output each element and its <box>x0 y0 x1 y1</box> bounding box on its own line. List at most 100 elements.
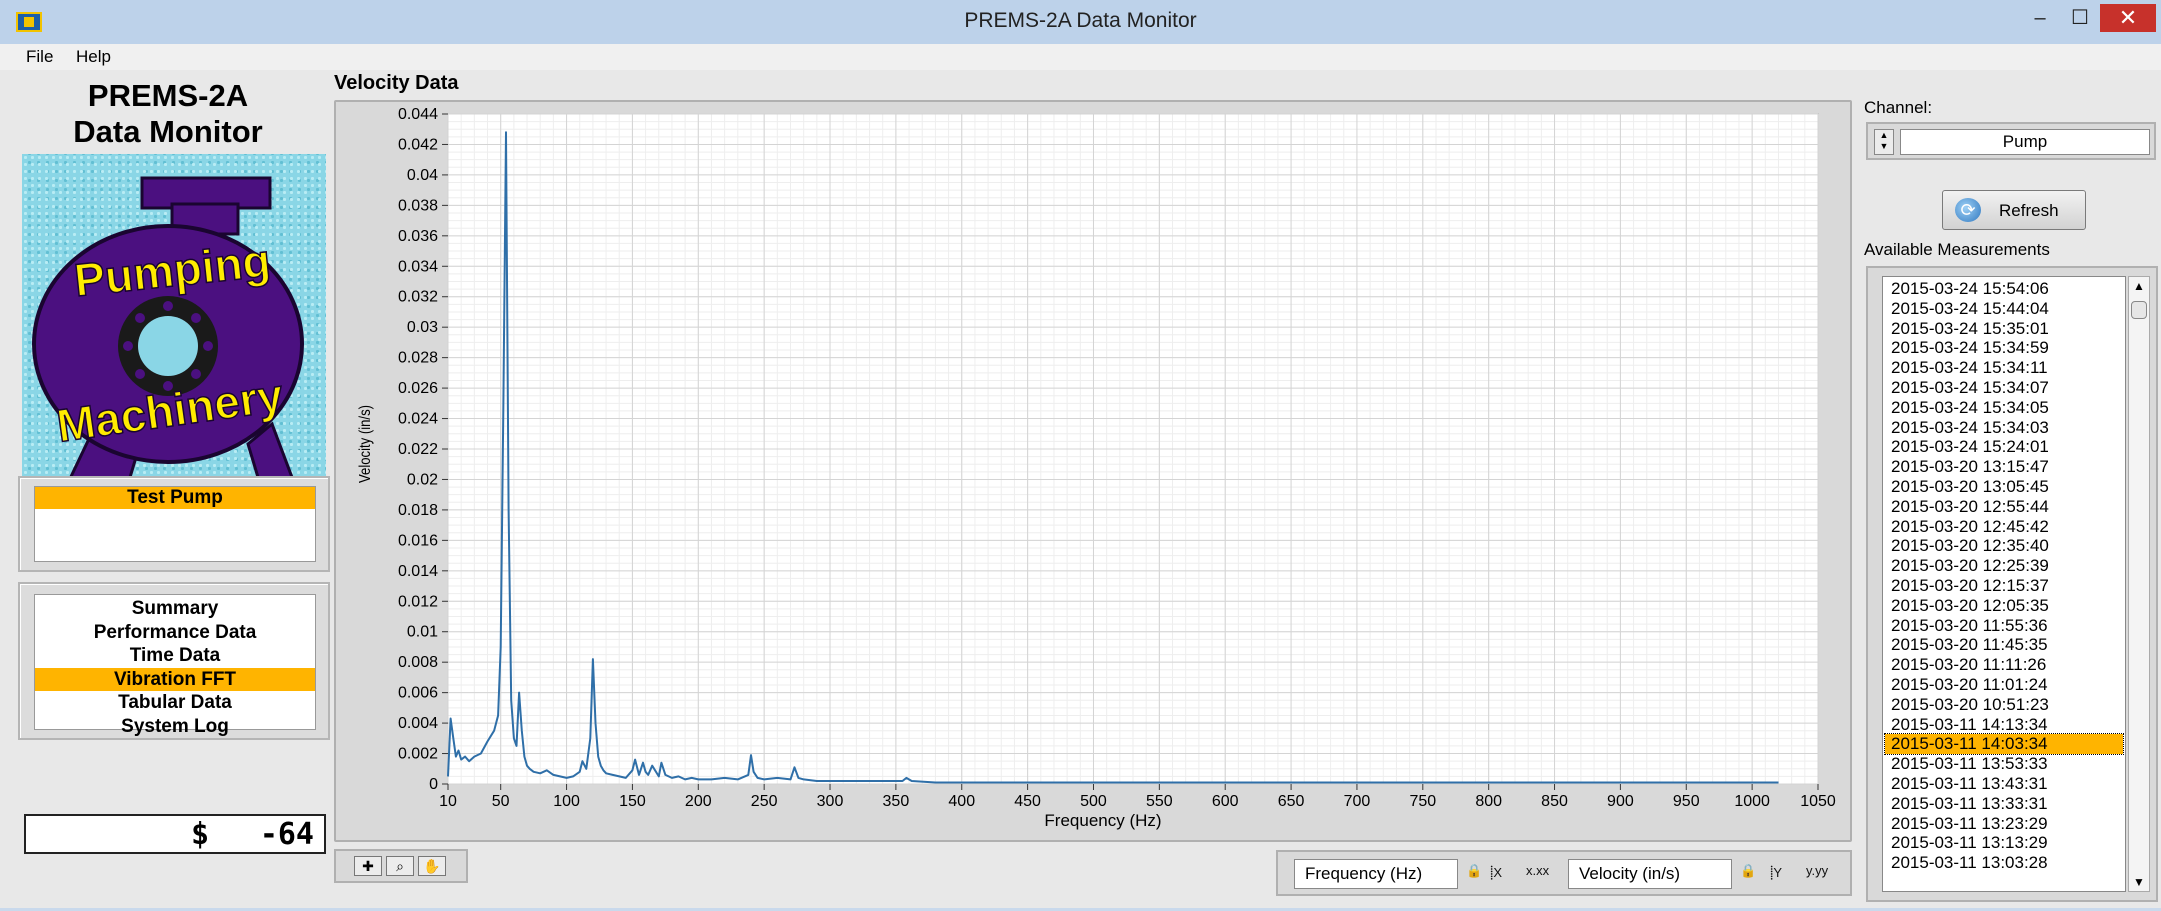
measurement-item[interactable]: 2015-03-20 12:55:44 <box>1885 497 2123 517</box>
measurement-item[interactable]: 2015-03-20 13:15:47 <box>1885 457 2123 477</box>
pump-name-label: Test Pump <box>35 487 315 509</box>
pump-inlet <box>138 316 198 376</box>
y-autoscale-button[interactable]: ⸽Y <box>1770 863 1782 881</box>
y-tick-label: 0.014 <box>398 563 438 580</box>
menu-help[interactable]: Help <box>76 47 111 67</box>
x-tick-label: 750 <box>1409 793 1436 810</box>
bolt <box>135 369 145 379</box>
y-axis-name-field[interactable]: Velocity (in/s) <box>1568 859 1732 889</box>
measurement-item[interactable]: 2015-03-24 15:34:05 <box>1885 398 2123 418</box>
measurement-item[interactable]: 2015-03-20 12:05:35 <box>1885 596 2123 616</box>
measurement-item[interactable]: 2015-03-24 15:34:03 <box>1885 418 2123 438</box>
nav-item[interactable]: Time Data <box>35 644 315 667</box>
measurement-item[interactable]: 2015-03-24 15:34:07 <box>1885 378 2123 398</box>
measurement-item[interactable]: 2015-03-20 12:45:42 <box>1885 517 2123 537</box>
minimize-button[interactable]: – <box>2020 4 2060 32</box>
maximize-button[interactable]: ☐ <box>2060 4 2100 32</box>
measurement-item[interactable]: 2015-03-20 11:11:26 <box>1885 655 2123 675</box>
y-tick-label: 0.044 <box>398 106 438 123</box>
window-title: PREMS-2A Data Monitor <box>964 9 1197 32</box>
logo-title-line1: PREMS-2A <box>87 78 249 113</box>
measurement-item[interactable]: 2015-03-11 13:43:31 <box>1885 774 2123 794</box>
measurement-item[interactable]: 2015-03-11 13:13:29 <box>1885 833 2123 853</box>
measurement-item[interactable]: 2015-03-11 14:03:34 <box>1884 733 2124 756</box>
nav-item[interactable]: Summary <box>35 597 315 620</box>
refresh-label: Refresh <box>1999 201 2059 220</box>
x-tick-label: 850 <box>1541 793 1568 810</box>
y-lock-icon[interactable]: 🔒 <box>1740 863 1756 879</box>
nav-item[interactable]: System Log <box>35 715 315 738</box>
y-tick-label: 0.038 <box>398 197 438 214</box>
measurement-item[interactable]: 2015-03-11 14:13:34 <box>1885 715 2123 735</box>
y-tick-label: 0.03 <box>407 319 438 336</box>
scroll-up-arrow[interactable]: ▲ <box>2129 277 2149 295</box>
measurement-item[interactable]: 2015-03-11 13:33:31 <box>1885 794 2123 814</box>
y-tick-label: 0.018 <box>398 502 438 519</box>
measurement-item[interactable]: 2015-03-20 10:51:23 <box>1885 695 2123 715</box>
x-tick-label: 100 <box>553 793 580 810</box>
x-tick-label: 550 <box>1146 793 1173 810</box>
title-bar: PREMS-2A Data Monitor – ☐ ✕ <box>0 0 2161 45</box>
currency-symbol: $ <box>191 817 210 852</box>
y-tick-label: 0.04 <box>407 167 438 184</box>
zoom-tool-button[interactable]: ⌕ <box>386 856 414 876</box>
x-axis-name-field[interactable]: Frequency (Hz) <box>1294 859 1458 889</box>
y-tick-label: 0.024 <box>398 411 438 428</box>
main-area: PREMS-2A Data Monitor Pumping Machinery … <box>0 70 2161 908</box>
bolt <box>191 369 201 379</box>
measurement-item[interactable]: 2015-03-20 12:15:37 <box>1885 576 2123 596</box>
x-tick-label: 150 <box>619 793 646 810</box>
x-format-button[interactable]: x.xx <box>1526 863 1549 878</box>
measurement-item[interactable]: 2015-03-24 15:35:01 <box>1885 319 2123 339</box>
measurement-item[interactable]: 2015-03-20 12:25:39 <box>1885 556 2123 576</box>
measurement-item[interactable]: 2015-03-20 11:01:24 <box>1885 675 2123 695</box>
logo-title-line2: Data Monitor <box>73 114 263 149</box>
crosshair-tool-button[interactable]: ✚ <box>354 856 382 876</box>
measurement-item[interactable]: 2015-03-24 15:54:06 <box>1885 279 2123 299</box>
measurement-item[interactable]: 2015-03-11 13:03:28 <box>1885 853 2123 873</box>
x-tick-label: 1000 <box>1734 793 1770 810</box>
measurement-item[interactable]: 2015-03-20 11:55:36 <box>1885 616 2123 636</box>
x-lock-icon[interactable]: 🔒 <box>1466 863 1482 879</box>
y-format-button[interactable]: y.yy <box>1806 863 1828 878</box>
y-tick-label: 0.016 <box>398 532 438 549</box>
measurement-item[interactable]: 2015-03-24 15:34:11 <box>1885 358 2123 378</box>
channel-spin-button[interactable]: ▲ ▼ <box>1874 129 1894 155</box>
measurement-item[interactable]: 2015-03-20 13:05:45 <box>1885 477 2123 497</box>
y-tick-label: 0.02 <box>407 471 438 488</box>
scroll-thumb[interactable] <box>2131 301 2147 319</box>
y-tick-label: 0.042 <box>398 136 438 153</box>
measurement-item[interactable]: 2015-03-24 15:34:59 <box>1885 338 2123 358</box>
nav-item[interactable]: Tabular Data <box>35 691 315 714</box>
channel-field[interactable]: Pump <box>1900 129 2150 155</box>
measurement-item[interactable]: 2015-03-24 15:44:04 <box>1885 299 2123 319</box>
x-tick-label: 950 <box>1673 793 1700 810</box>
y-tick-label: 0.026 <box>398 380 438 397</box>
x-tick-label: 400 <box>948 793 975 810</box>
bolt <box>163 301 173 311</box>
x-autoscale-button[interactable]: ⸽X <box>1490 863 1502 881</box>
close-button[interactable]: ✕ <box>2100 4 2156 32</box>
measurements-scrollbar[interactable]: ▲ ▼ <box>2128 276 2150 892</box>
scale-legend-panel: Frequency (Hz) 🔒 ⸽X x.xx Velocity (in/s)… <box>1276 850 1852 896</box>
nav-item[interactable]: Performance Data <box>35 621 315 644</box>
menu-file[interactable]: File <box>26 47 53 67</box>
measurement-item[interactable]: 2015-03-20 11:45:35 <box>1885 635 2123 655</box>
x-tick-label: 300 <box>817 793 844 810</box>
scroll-down-arrow[interactable]: ▼ <box>2129 873 2149 891</box>
measurement-item[interactable]: 2015-03-20 12:35:40 <box>1885 536 2123 556</box>
x-tick-label: 450 <box>1014 793 1041 810</box>
bolt <box>123 341 133 351</box>
refresh-icon: ⟳ <box>1955 198 1981 222</box>
measurement-item[interactable]: 2015-03-11 13:53:33 <box>1885 754 2123 774</box>
velocity-fft-chart[interactable]: 10 50 100 150 200 250 300 350 400 450 500 550 600 650… <box>336 102 1850 840</box>
pump-name-panel: Test Pump <box>18 476 330 572</box>
refresh-button[interactable]: ⟳ Refresh <box>1942 190 2086 230</box>
pan-tool-button[interactable]: ✋ <box>418 856 446 876</box>
nav-item[interactable]: Vibration FFT <box>35 667 315 691</box>
measurement-item[interactable]: 2015-03-11 13:23:29 <box>1885 814 2123 834</box>
measurements-list[interactable]: 2015-03-24 15:54:06 2015-03-24 15:44:04 20… <box>1882 276 2126 892</box>
x-tick-label: 10 <box>439 793 457 810</box>
measurement-item[interactable]: 2015-03-24 15:24:01 <box>1885 437 2123 457</box>
y-tick-label: 0.036 <box>398 228 438 245</box>
